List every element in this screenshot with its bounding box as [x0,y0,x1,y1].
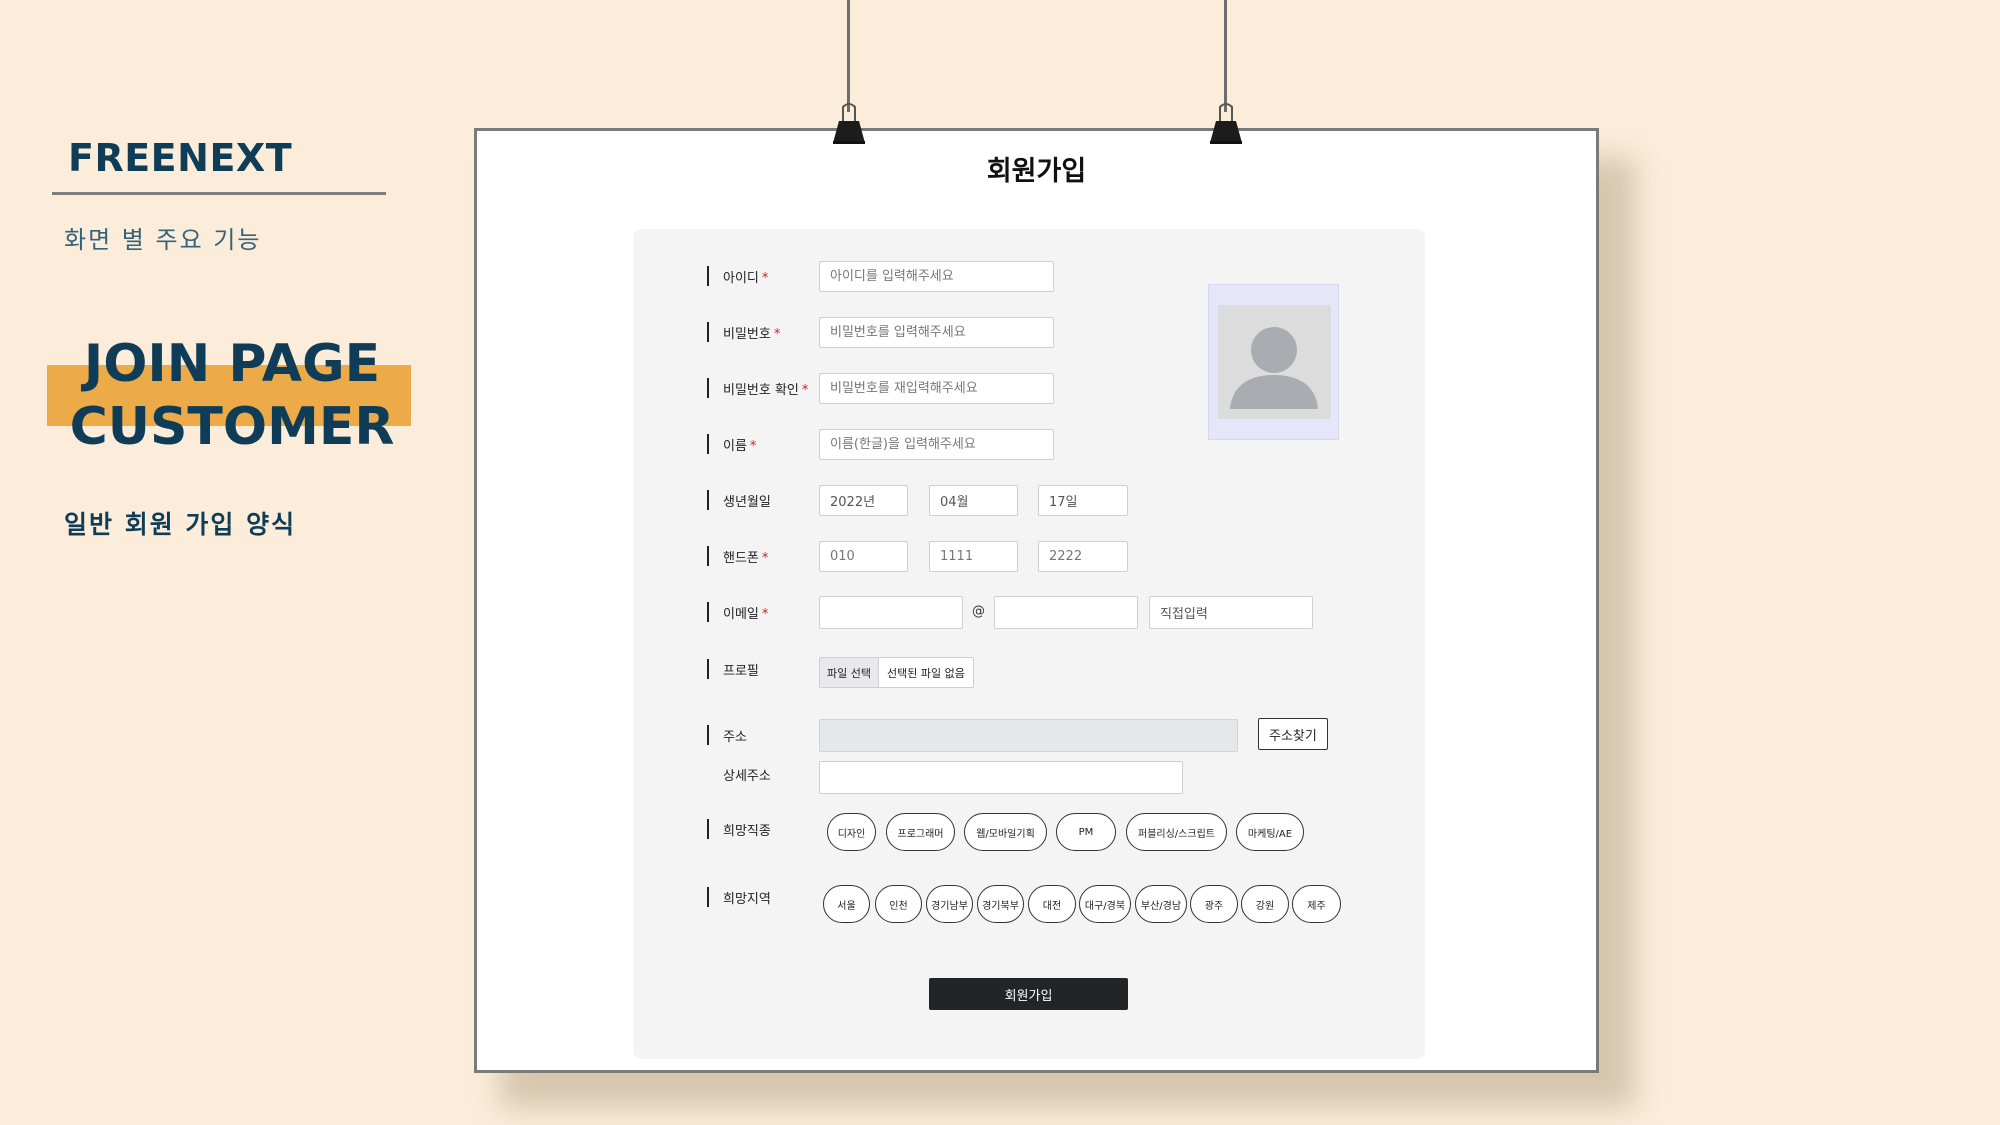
page-description: 일반 회원 가입 양식 [64,510,297,539]
birth-month-input[interactable] [929,485,1018,516]
regions-label: 희망지역 [723,892,771,907]
address-label: 주소 [723,730,747,745]
hanging-string-left [847,0,850,112]
label-marker [707,602,709,622]
signup-form: 아이디* 비밀번호* 비밀번호 확인* 이름* 생년월일 핸드폰* 이메일* @ [633,229,1425,1059]
hero-line-1: JOIN PAGE [83,334,381,394]
binder-clip-icon [831,101,867,145]
job-option[interactable]: 마케팅/AE [1236,813,1304,851]
label-marker [707,266,709,286]
profile-file-input[interactable]: 파일 선택 선택된 파일 없음 [819,657,974,688]
phone-part2-input[interactable] [929,541,1018,572]
profile-photo-preview [1208,284,1339,440]
id-input[interactable] [819,261,1054,292]
email-local-input[interactable] [819,596,963,629]
region-option[interactable]: 강원 [1241,885,1289,923]
label-marker [707,725,709,745]
phone-part1-input[interactable] [819,541,908,572]
password-label: 비밀번호 * [723,327,781,342]
address-search-button[interactable]: 주소찾기 [1258,718,1328,750]
hero-line-2: CUSTOMER [69,397,395,457]
submit-button[interactable]: 회원가입 [929,978,1128,1010]
file-status: 선택된 파일 없음 [886,666,965,680]
section-subtitle: 화면 별 주요 기능 [64,226,262,254]
label-marker [707,322,709,342]
label-marker [707,887,709,907]
label-marker [707,659,709,679]
region-option[interactable]: 경기북부 [977,885,1024,923]
region-option[interactable]: 광주 [1190,885,1238,923]
address-detail-label: 상세주소 [723,769,771,784]
label-marker [707,378,709,398]
form-title: 회원가입 [986,156,1087,187]
phone-label: 핸드폰 * [723,551,769,566]
job-option[interactable]: PM [1056,813,1116,851]
birth-year-input[interactable] [819,485,908,516]
brand-title: FREENEXT [68,136,293,180]
label-marker [707,434,709,454]
region-option[interactable]: 인천 [875,885,922,923]
screenshot-frame: 회원가입 아이디* 비밀번호* 비밀번호 확인* 이름* 생년 [474,128,1599,1073]
address-detail-input[interactable] [819,761,1183,794]
email-at-sign: @ [972,604,985,619]
region-option[interactable]: 대구/경북 [1079,885,1131,923]
user-silhouette-icon [1218,305,1331,419]
region-option[interactable]: 부산/경남 [1135,885,1187,923]
binder-clip-icon [1208,101,1244,145]
birth-day-input[interactable] [1038,485,1128,516]
profile-label: 프로필 [723,664,759,679]
birth-label: 생년월일 [723,495,771,510]
region-option[interactable]: 서울 [823,885,870,923]
jobs-label: 희망직종 [723,824,771,839]
region-option[interactable]: 제주 [1292,885,1341,923]
password-confirm-input[interactable] [819,373,1054,404]
region-option[interactable]: 대전 [1028,885,1076,923]
label-marker [707,490,709,510]
hanging-string-right [1224,0,1227,112]
label-marker [707,819,709,839]
hero-heading: JOIN PAGE CUSTOMER [47,333,417,459]
job-option[interactable]: 웹/모바일기획 [964,813,1047,851]
name-label: 이름 * [723,439,757,454]
address-input[interactable] [819,719,1238,752]
email-label: 이메일 * [723,607,769,622]
name-input[interactable] [819,429,1054,460]
phone-part3-input[interactable] [1038,541,1128,572]
label-marker [707,546,709,566]
email-domain-select[interactable] [1149,596,1313,629]
job-option[interactable]: 퍼블리싱/스크립트 [1126,813,1227,851]
email-domain-input[interactable] [994,596,1138,629]
password-confirm-label: 비밀번호 확인 * [723,383,809,398]
job-option[interactable]: 디자인 [827,813,876,851]
job-option[interactable]: 프로그래머 [886,813,955,851]
region-option[interactable]: 경기남부 [926,885,973,923]
file-select-button[interactable]: 파일 선택 [820,658,879,687]
id-label: 아이디 * [723,271,769,286]
brand-divider [52,192,386,195]
password-input[interactable] [819,317,1054,348]
